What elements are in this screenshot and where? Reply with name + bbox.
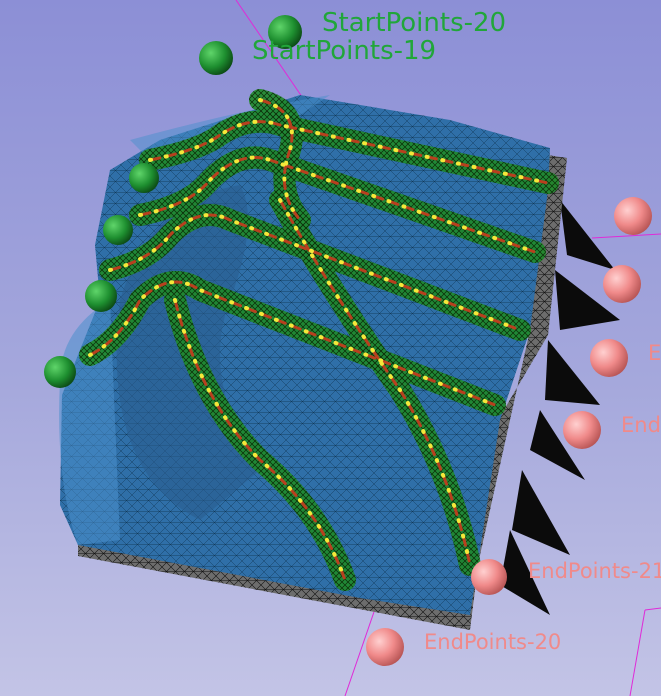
3d-scene[interactable] [0, 0, 661, 696]
start-point-marker[interactable] [199, 41, 233, 75]
start-point-label-19: StartPoints-19 [252, 36, 437, 66]
start-point-marker[interactable] [103, 215, 133, 245]
end-point-marker[interactable] [590, 339, 628, 377]
start-point-label-20: StartPoints-20 [322, 8, 507, 38]
end-point-marker[interactable] [563, 411, 601, 449]
end-point-label-partial: End [621, 413, 661, 437]
end-point-label-21: EndPoints-21 [528, 559, 661, 583]
end-point-marker[interactable] [471, 559, 507, 595]
3d-viewport[interactable]: StartPoints-20 StartPoints-19 EndPoints-… [0, 0, 661, 696]
end-point-marker[interactable] [603, 265, 641, 303]
end-point-label-20: EndPoints-20 [424, 630, 562, 654]
start-point-marker[interactable] [129, 163, 159, 193]
start-point-marker[interactable] [44, 356, 76, 388]
start-point-marker[interactable] [85, 280, 117, 312]
end-point-label-partial: E [648, 341, 661, 365]
end-point-marker[interactable] [614, 197, 652, 235]
end-point-marker[interactable] [366, 628, 404, 666]
